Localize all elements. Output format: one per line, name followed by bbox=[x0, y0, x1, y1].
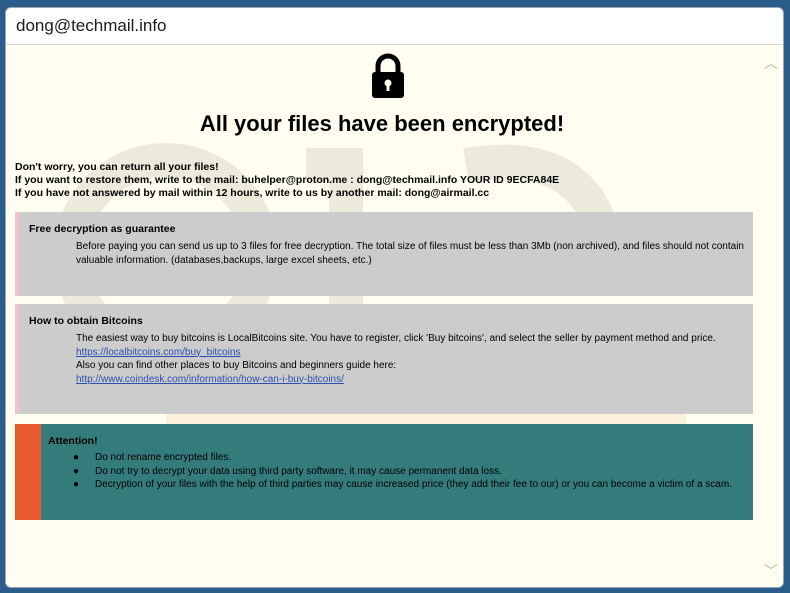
attention-title: Attention! bbox=[48, 435, 98, 447]
chevron-down-icon[interactable]: ﹀ bbox=[764, 564, 778, 578]
attention-accent-bar bbox=[15, 424, 41, 520]
bullet-icon: ● bbox=[73, 479, 80, 490]
window-title: dong@techmail.info bbox=[16, 16, 167, 35]
vertical-scrollbar[interactable]: ︿ ﹀ bbox=[757, 45, 783, 587]
list-item: ● Decryption of your files with the help … bbox=[73, 479, 732, 490]
bullet-icon: ● bbox=[73, 452, 80, 463]
padlock-icon bbox=[372, 53, 404, 98]
intro-line: Don't worry, you can return all your fil… bbox=[15, 161, 219, 173]
intro-line: If you want to restore them, write to th… bbox=[15, 174, 560, 186]
bitcoins-text: The easiest way to buy bitcoins is Local… bbox=[76, 333, 716, 344]
ransom-note-window: dong@techmail.info All your files have b… bbox=[5, 7, 784, 588]
localbitcoins-link[interactable]: https://localbitcoins.com/buy_bitcoins bbox=[76, 347, 241, 358]
intro-text: Don't worry, you can return all your fil… bbox=[15, 161, 755, 200]
chevron-up-icon[interactable]: ︿ bbox=[764, 56, 778, 70]
free-decryption-body: Before paying you can send us up to 3 fi… bbox=[76, 241, 744, 266]
note-content: All your files have been encrypted! Don'… bbox=[6, 45, 758, 587]
free-decryption-panel: Free decryption as guarantee Before payi… bbox=[15, 212, 753, 296]
bullet-icon: ● bbox=[73, 465, 80, 477]
bitcoins-body: The easiest way to buy bitcoins is Local… bbox=[76, 332, 751, 386]
bitcoins-panel: How to obtain Bitcoins The easiest way t… bbox=[15, 304, 753, 414]
attention-list: ● Do not rename encrypted files. ● Do not … bbox=[73, 451, 747, 492]
attention-panel: Attention! ● Do not rename encrypted file… bbox=[15, 424, 753, 520]
free-decryption-title: Free decryption as guarantee bbox=[29, 223, 176, 235]
list-item: ● Do not rename encrypted files. bbox=[73, 452, 232, 463]
list-item: ● Do not try to decrypt your data using t… bbox=[73, 465, 502, 477]
coindesk-link[interactable]: http://www.coindesk.com/information/how-… bbox=[76, 374, 344, 385]
bitcoins-title: How to obtain Bitcoins bbox=[29, 315, 143, 327]
intro-line: If you have not answered by mail within … bbox=[15, 187, 490, 199]
bitcoins-text: Also you can find other places to buy Bi… bbox=[76, 360, 397, 371]
title-bar: dong@techmail.info bbox=[6, 8, 783, 45]
headline: All your files have been encrypted! bbox=[199, 111, 565, 136]
